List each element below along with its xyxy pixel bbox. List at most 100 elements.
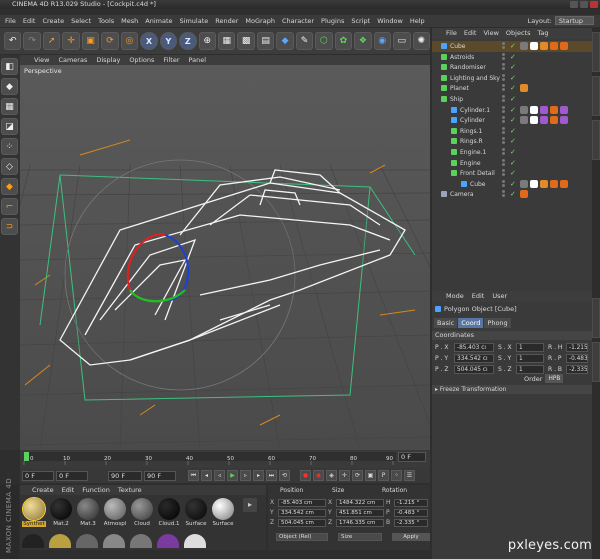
menu-animate[interactable]: Animate (145, 15, 172, 27)
polygons-mode-icon[interactable]: ◆ (1, 178, 18, 195)
object-tag-icon[interactable] (530, 116, 538, 125)
object-name[interactable]: Astroids (450, 52, 474, 63)
world-icon[interactable]: ⊕ (198, 32, 216, 50)
model-mode-icon[interactable]: ◆ (1, 78, 18, 95)
visibility-dots-icon[interactable] (502, 95, 506, 103)
side-tab-attributes[interactable] (592, 298, 600, 338)
object-row[interactable]: Cylinder.1 ✓ (432, 105, 592, 116)
object-tag-icon[interactable] (520, 105, 528, 114)
record-icon[interactable]: ● (300, 470, 311, 481)
pen-icon[interactable]: ✎ (295, 32, 314, 50)
enable-check-icon[interactable]: ✓ (510, 94, 516, 105)
play-icon[interactable]: ▶ (227, 470, 238, 481)
object-row[interactable]: Cylinder ✓ (432, 115, 592, 126)
axis-mode-icon[interactable]: ⌐ (1, 198, 18, 215)
texture-mode-icon[interactable]: ▦ (1, 98, 18, 115)
object-tag-icon[interactable] (520, 116, 528, 125)
tab-coord[interactable]: Coord (458, 318, 484, 328)
next-frame-icon[interactable]: ▹ (240, 470, 251, 481)
param-key-icon[interactable]: P (378, 470, 389, 481)
object-name[interactable]: Ship (450, 94, 463, 105)
next-key-icon[interactable]: ▸ (253, 470, 264, 481)
pos-x-field[interactable]: -85.403 cm (278, 499, 326, 507)
start-frame-field[interactable]: 0 F (22, 470, 54, 481)
visibility-dots-icon[interactable] (502, 42, 506, 50)
workplane-icon[interactable]: ◪ (1, 118, 18, 135)
size-y-field[interactable]: 451.851 cm (336, 509, 384, 517)
object-tag-icon[interactable] (520, 179, 528, 188)
size-z-field[interactable]: 1746.335 cm (336, 519, 384, 527)
viewport-menu-options[interactable]: Options (129, 55, 154, 65)
object-name[interactable]: Rings.1 (460, 126, 482, 137)
side-tab-content-browser[interactable] (592, 76, 600, 116)
menu-edit[interactable]: Edit (23, 15, 36, 27)
undo-icon[interactable]: ↶ (4, 32, 22, 50)
size-x-field[interactable]: 1484.322 cm (336, 499, 384, 507)
mat-menu-create[interactable]: Create (32, 485, 54, 495)
prev-frame-icon[interactable]: ◃ (214, 470, 225, 481)
enable-check-icon[interactable]: ✓ (510, 41, 516, 52)
current-frame-field[interactable]: 0 F (398, 452, 426, 462)
attr-pos-z-field[interactable]: 504.045 cı (454, 364, 494, 374)
snap-icon[interactable]: ⊃ (1, 218, 18, 235)
visibility-dots-icon[interactable] (502, 169, 506, 177)
apply-button[interactable]: Apply (392, 533, 430, 541)
menu-script[interactable]: Script (351, 15, 370, 27)
menu-simulate[interactable]: Simulate (180, 15, 209, 27)
scale-key-icon[interactable]: ▣ (365, 470, 376, 481)
enable-check-icon[interactable]: ✓ (510, 83, 516, 94)
rot-h-field[interactable]: -1.215 ° (394, 499, 428, 507)
render-settings-icon[interactable]: ▤ (256, 32, 275, 50)
material-item[interactable]: Surface (211, 498, 235, 530)
minimize-button[interactable] (570, 1, 578, 8)
material-item[interactable]: Surface (184, 498, 208, 530)
object-tag-icon[interactable] (560, 42, 568, 50)
enable-check-icon[interactable]: ✓ (510, 168, 516, 179)
object-row[interactable]: Camera ✓ (432, 189, 592, 200)
side-tab-layers[interactable] (592, 342, 600, 382)
attr-rot-p-field[interactable]: -0.483 (566, 353, 588, 363)
deformer-icon[interactable]: ❖ (354, 32, 372, 50)
object-tag-icon[interactable] (550, 42, 558, 50)
object-tag-icon[interactable] (550, 116, 558, 125)
material-item[interactable]: Mat.2 (49, 498, 73, 530)
enable-check-icon[interactable]: ✓ (510, 158, 516, 169)
object-name[interactable]: Randomiser (450, 62, 486, 73)
material-item[interactable]: Synthet (22, 497, 46, 530)
light-icon[interactable]: ✺ (412, 32, 430, 50)
object-tag-icon[interactable] (530, 179, 538, 188)
material-item[interactable]: Mat.3 (76, 498, 100, 530)
points-mode-icon[interactable]: ⁘ (1, 138, 18, 155)
attr-rot-h-field[interactable]: -1.215 (566, 342, 588, 352)
y-axis-icon[interactable]: Y (159, 32, 178, 50)
enable-check-icon[interactable]: ✓ (510, 62, 516, 73)
camera-icon[interactable]: ▭ (393, 32, 411, 50)
enable-check-icon[interactable]: ✓ (510, 73, 516, 84)
visibility-dots-icon[interactable] (502, 105, 506, 114)
viewport-menu-panel[interactable]: Panel (189, 55, 207, 65)
object-tag-icon[interactable] (560, 105, 568, 114)
attr-rot-b-field[interactable]: -2.335 (566, 364, 588, 374)
side-tab-structure[interactable] (592, 120, 600, 160)
object-row[interactable]: Rings.R ✓ (432, 136, 592, 147)
enable-check-icon[interactable]: ✓ (510, 115, 516, 126)
visibility-dots-icon[interactable] (502, 158, 506, 167)
menu-tools[interactable]: Tools (98, 15, 114, 27)
rot-b-field[interactable]: -2.335 ° (394, 519, 428, 527)
keyframe-icon[interactable]: ◈ (326, 470, 337, 481)
menu-create[interactable]: Create (42, 15, 64, 27)
object-row[interactable]: Astroids ✓ (432, 52, 592, 63)
visibility-dots-icon[interactable] (502, 52, 506, 61)
enable-check-icon[interactable]: ✓ (510, 52, 516, 63)
rotate-icon[interactable]: ⟳ (101, 32, 119, 50)
scene-icon[interactable]: ◉ (373, 32, 392, 50)
pos-z-field[interactable]: 504.045 cm (278, 519, 326, 527)
object-tag-icon[interactable] (560, 179, 568, 188)
menu-mograph[interactable]: MoGraph (245, 15, 275, 27)
menu-render[interactable]: Render (215, 15, 238, 27)
object-tag-icon[interactable] (550, 105, 558, 114)
object-row[interactable]: Cube ✓ (432, 179, 592, 190)
object-name[interactable]: Cylinder.1 (460, 105, 490, 116)
obj-menu-tag[interactable]: Tag (537, 28, 548, 39)
object-name[interactable]: Cube (450, 41, 466, 52)
